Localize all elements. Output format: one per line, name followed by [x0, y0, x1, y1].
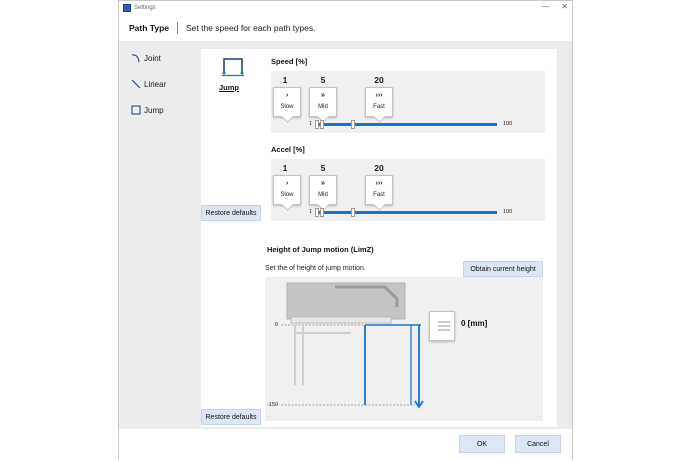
accel-fast-label: Fast	[373, 192, 385, 198]
accel-max-label: 100	[503, 209, 513, 215]
restore-defaults-button-limz[interactable]: Restore defaults	[201, 409, 261, 425]
cancel-button[interactable]: Cancel	[515, 435, 561, 453]
joint-icon	[131, 54, 140, 63]
accel-slider-thumb[interactable]	[320, 208, 324, 217]
double-chevron-icon: »	[321, 180, 325, 187]
speed-slow-label: Slow	[280, 104, 294, 110]
sidebar-item-joint[interactable]: Joint	[125, 49, 195, 67]
speed-slow-value: 1	[282, 75, 288, 85]
speed-slider-area: 1 5 20 › Slow » Mid ››› Fast 1 100	[271, 71, 545, 133]
dialog-header: Path Type Set the speed for each path ty…	[119, 15, 572, 41]
jump-settings-panel: Jump Speed [%] 1 5 20 › Slow » Mid ››› F…	[201, 49, 557, 427]
title-bar: Settings — ✕	[119, 1, 572, 15]
chevron-right-icon: ›	[285, 92, 289, 99]
accel-mid-button[interactable]: » Mid	[309, 175, 337, 205]
sidebar-item-linear[interactable]: Linear	[125, 75, 195, 93]
accel-min-label: 1	[309, 209, 313, 215]
accel-slider-track[interactable]	[317, 211, 497, 214]
jump-height-diagram: 0 -150 0 [mm]	[265, 277, 543, 421]
speed-title: Speed [%]	[271, 57, 308, 66]
page-description: Set the speed for each path types.	[186, 23, 316, 33]
triple-chevron-icon: ›››	[375, 180, 383, 187]
speed-min-label: 1	[309, 121, 313, 127]
accel-title: Accel [%]	[271, 145, 305, 154]
speed-slider-track[interactable]	[317, 123, 497, 126]
speed-preset-marker	[351, 120, 355, 129]
settings-window: Settings — ✕ Path Type Set the speed for…	[118, 0, 573, 461]
restore-defaults-button[interactable]: Restore defaults	[201, 205, 261, 221]
limz-title: Height of Jump motion (LimZ)	[267, 245, 374, 254]
height-slider-handle[interactable]	[429, 311, 455, 341]
content-area: Joint Linear Jump Jump Speed [%] 1 5 20 …	[119, 41, 572, 429]
linear-icon	[131, 79, 141, 89]
chevron-right-icon: ›	[285, 180, 289, 187]
axis-top-label: 0	[275, 322, 279, 328]
window-controls: — ✕	[541, 2, 568, 11]
app-icon	[123, 4, 131, 12]
accel-fast-value: 20	[374, 163, 384, 173]
speed-mid-button[interactable]: » Mid	[309, 87, 337, 117]
speed-fast-value: 20	[374, 75, 384, 85]
speed-preset-marker	[315, 120, 319, 129]
jump-path-icon	[222, 58, 244, 77]
double-chevron-icon: »	[321, 92, 325, 99]
jump-icon	[131, 105, 141, 115]
sidebar-item-label: Joint	[144, 53, 161, 63]
sidebar-item-label: Jump	[144, 105, 164, 115]
sidebar-item-jump[interactable]: Jump	[125, 101, 195, 119]
speed-slider-thumb[interactable]	[320, 120, 324, 129]
speed-mid-label: Mid	[318, 104, 328, 110]
height-value-display: 0 [mm]	[461, 319, 488, 328]
accel-slider-area: 1 5 20 › Slow » Mid ››› Fast 1 100	[271, 159, 545, 221]
accel-preset-marker	[315, 208, 319, 217]
accel-slow-button[interactable]: › Slow	[273, 175, 301, 205]
limz-description: Set the of height of jump motion.	[265, 265, 366, 272]
accel-mid-label: Mid	[318, 192, 328, 198]
minimize-button[interactable]: —	[541, 2, 549, 11]
axis-bottom-label: -150	[267, 402, 279, 408]
header-divider	[177, 22, 178, 34]
accel-mid-value: 5	[320, 163, 326, 173]
ok-button[interactable]: OK	[459, 435, 505, 453]
grip-lines-icon	[438, 321, 450, 331]
sidebar-item-label: Linear	[144, 79, 167, 89]
accel-slow-value: 1	[282, 163, 288, 173]
jump-motion-illustration	[281, 282, 424, 409]
accel-preset-marker	[351, 208, 355, 217]
page-title: Path Type	[129, 23, 169, 33]
accel-fast-button[interactable]: ››› Fast	[365, 175, 393, 205]
speed-mid-value: 5	[320, 75, 326, 85]
path-type-sidebar: Joint Linear Jump	[125, 49, 195, 127]
accel-slow-label: Slow	[280, 192, 294, 198]
obtain-current-height-button[interactable]: Obtain current height	[463, 261, 543, 277]
dialog-footer: OK Cancel	[119, 429, 572, 461]
window-title: Settings	[134, 5, 156, 11]
close-button[interactable]: ✕	[561, 2, 568, 11]
speed-fast-button[interactable]: ››› Fast	[365, 87, 393, 117]
speed-max-label: 100	[503, 121, 513, 127]
triple-chevron-icon: ›››	[375, 92, 383, 99]
path-type-label: Jump	[219, 83, 240, 92]
speed-fast-label: Fast	[373, 104, 385, 110]
speed-slow-button[interactable]: › Slow	[273, 87, 301, 117]
